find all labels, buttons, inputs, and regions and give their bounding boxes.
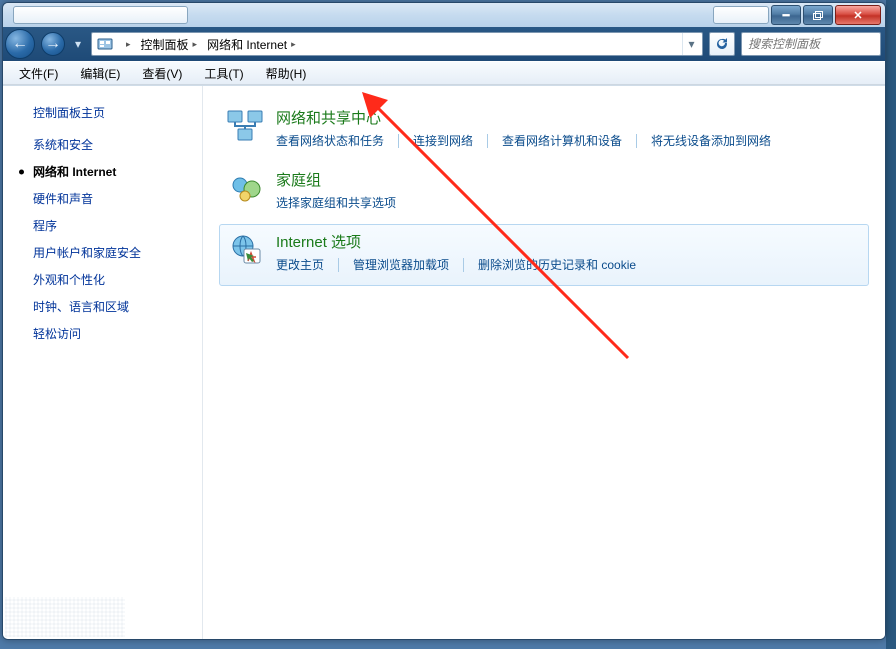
category-text: Internet 选项 更改主页 管理浏览器加载项 删除浏览的历史记录和 coo…	[276, 231, 862, 273]
menu-tools[interactable]: 工具(T)	[194, 63, 253, 84]
forward-button[interactable]: →	[41, 32, 65, 56]
category-links: 更改主页 管理浏览器加载项 删除浏览的历史记录和 cookie	[276, 256, 862, 273]
minimize-button[interactable]: ━	[771, 5, 801, 25]
task-view-computers-devices[interactable]: 查看网络计算机和设备	[502, 132, 636, 149]
task-delete-browsing-history[interactable]: 删除浏览的历史记录和 cookie	[478, 256, 650, 273]
sidebar-item-programs[interactable]: 程序	[3, 212, 202, 239]
close-button[interactable]: ✕	[835, 5, 881, 25]
category-homegroup: 家庭组 选择家庭组和共享选项	[219, 162, 869, 224]
task-choose-homegroup-options[interactable]: 选择家庭组和共享选项	[276, 194, 410, 211]
category-text: 网络和共享中心 查看网络状态和任务 连接到网络 查看网络计算机和设备 将无线设备…	[276, 107, 862, 149]
menu-view[interactable]: 查看(V)	[132, 63, 192, 84]
sidebar-item-hardware-sound[interactable]: 硬件和声音	[3, 185, 202, 212]
category-network-sharing: 网络和共享中心 查看网络状态和任务 连接到网络 查看网络计算机和设备 将无线设备…	[219, 100, 869, 162]
chevron-right-icon: ▸	[126, 39, 131, 50]
titlebar-mid-box	[713, 6, 769, 24]
sidebar-item-network-internet[interactable]: 网络和 Internet	[3, 158, 202, 185]
chevron-right-icon: ▸	[193, 39, 198, 50]
category-title-link[interactable]: 网络和共享中心	[276, 107, 862, 128]
homegroup-icon	[226, 169, 266, 209]
task-connect-network[interactable]: 连接到网络	[413, 132, 487, 149]
menu-edit[interactable]: 编辑(E)	[70, 63, 130, 84]
breadcrumb-segment-control-panel[interactable]: 控制面板 ▸	[137, 33, 204, 55]
task-manage-addons[interactable]: 管理浏览器加载项	[353, 256, 463, 273]
sidebar: 控制面板主页 系统和安全 网络和 Internet 硬件和声音 程序 用户帐户和…	[3, 86, 203, 639]
window-buttons: ━ ✕	[769, 5, 881, 25]
nav-history-dropdown[interactable]: ▾	[71, 37, 85, 51]
address-dropdown[interactable]: ▾	[682, 33, 700, 55]
maximize-button[interactable]	[803, 5, 833, 25]
category-links: 查看网络状态和任务 连接到网络 查看网络计算机和设备 将无线设备添加到网络	[276, 132, 862, 149]
sidebar-item-appearance[interactable]: 外观和个性化	[3, 266, 202, 293]
breadcrumb-label: 控制面板	[141, 36, 189, 53]
window-frame: ━ ✕ ← → ▾ ▸ 控制面板	[2, 2, 886, 640]
breadcrumb-segment-network-internet[interactable]: 网络和 Internet ▸	[203, 33, 302, 55]
category-title-link[interactable]: 家庭组	[276, 169, 862, 190]
sidebar-item-clock-language[interactable]: 时钟、语言和区域	[3, 293, 202, 320]
main-pane: 网络和共享中心 查看网络状态和任务 连接到网络 查看网络计算机和设备 将无线设备…	[203, 86, 885, 639]
sidebar-item-system-security[interactable]: 系统和安全	[3, 131, 202, 158]
breadcrumb-label: 网络和 Internet	[207, 36, 287, 53]
menu-bar: 文件(F) 编辑(E) 查看(V) 工具(T) 帮助(H)	[3, 61, 885, 85]
task-add-wireless-device[interactable]: 将无线设备添加到网络	[651, 132, 785, 149]
sidebar-item-user-accounts[interactable]: 用户帐户和家庭安全	[3, 239, 202, 266]
control-panel-icon	[96, 35, 114, 53]
address-bar[interactable]: ▸ 控制面板 ▸ 网络和 Internet ▸ ▾	[91, 32, 703, 56]
task-view-network-status[interactable]: 查看网络状态和任务	[276, 132, 398, 149]
internet-options-icon	[226, 231, 266, 271]
chevron-right-icon: ▸	[291, 39, 296, 50]
network-sharing-icon	[226, 107, 266, 147]
window-body: 控制面板主页 系统和安全 网络和 Internet 硬件和声音 程序 用户帐户和…	[3, 85, 885, 639]
task-change-homepage[interactable]: 更改主页	[276, 256, 338, 273]
breadcrumb-segment[interactable]: ▸	[118, 33, 137, 55]
search-box[interactable]	[741, 32, 881, 56]
sidebar-home-link[interactable]: 控制面板主页	[3, 100, 202, 131]
titlebar-left-box	[13, 6, 188, 24]
category-internet-options[interactable]: Internet 选项 更改主页 管理浏览器加载项 删除浏览的历史记录和 coo…	[219, 224, 869, 286]
search-input[interactable]	[746, 36, 886, 52]
category-text: 家庭组 选择家庭组和共享选项	[276, 169, 862, 211]
category-links: 选择家庭组和共享选项	[276, 194, 862, 211]
category-title-link[interactable]: Internet 选项	[276, 231, 862, 252]
navigation-row: ← → ▾ ▸ 控制面板 ▸ 网络和 Internet ▸	[3, 27, 885, 61]
refresh-button[interactable]	[709, 32, 735, 56]
menu-help[interactable]: 帮助(H)	[256, 63, 317, 84]
menu-file[interactable]: 文件(F)	[9, 63, 68, 84]
back-button[interactable]: ←	[5, 29, 35, 59]
titlebar[interactable]: ━ ✕	[3, 3, 885, 27]
sidebar-item-ease-of-access[interactable]: 轻松访问	[3, 320, 202, 347]
desktop-strip	[886, 0, 896, 649]
